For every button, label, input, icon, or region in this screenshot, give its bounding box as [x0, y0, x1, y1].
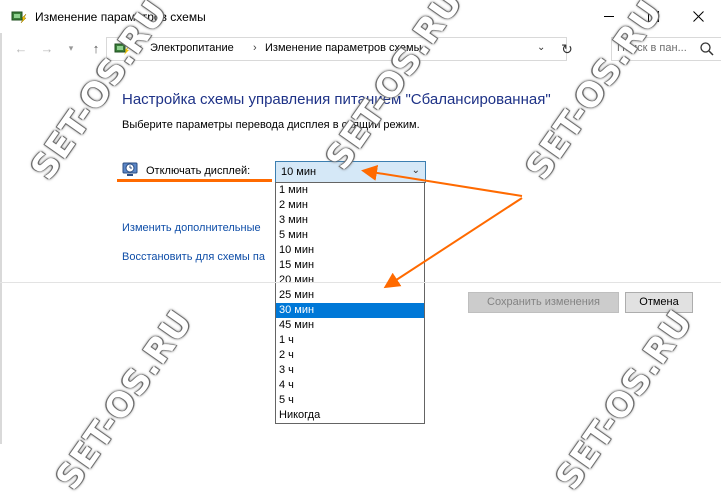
- option-20-min[interactable]: 20 мин: [276, 273, 424, 288]
- timeout-dropdown-list: 1 мин 2 мин 3 мин 5 мин 10 мин 15 мин 20…: [275, 182, 425, 424]
- option-never[interactable]: Никогда: [276, 408, 424, 423]
- option-5-min[interactable]: 5 мин: [276, 228, 424, 243]
- display-timer-icon: [122, 161, 138, 177]
- option-30-min[interactable]: 30 мин: [276, 303, 424, 318]
- back-arrow-icon[interactable]: ←: [13, 40, 29, 56]
- search-icon[interactable]: [699, 41, 715, 57]
- address-bar[interactable]: « Электропитание › Изменение параметров …: [106, 37, 573, 61]
- option-5-h[interactable]: 5 ч: [276, 393, 424, 408]
- close-button[interactable]: [676, 0, 721, 33]
- restore-defaults-link[interactable]: Восстановить для схемы па: [122, 251, 265, 263]
- breadcrumb-power-options[interactable]: Электропитание: [150, 42, 234, 54]
- save-changes-button[interactable]: Сохранить изменения: [468, 292, 619, 313]
- option-2-min[interactable]: 2 мин: [276, 198, 424, 213]
- option-2-h[interactable]: 2 ч: [276, 348, 424, 363]
- watermark: SET-OS.RU: [48, 302, 201, 497]
- close-icon: [693, 11, 704, 22]
- forward-arrow-icon[interactable]: →: [39, 40, 55, 56]
- change-advanced-settings-link[interactable]: Изменить дополнительные: [122, 222, 261, 234]
- cancel-button[interactable]: Отмена: [625, 292, 693, 313]
- annotation-underline: [117, 179, 272, 182]
- minimize-icon: [603, 16, 614, 17]
- option-15-min[interactable]: 15 мин: [276, 258, 424, 273]
- option-3-min[interactable]: 3 мин: [276, 213, 424, 228]
- select-value: 10 мин: [281, 166, 317, 178]
- window-title: Изменение параметров схемы: [35, 10, 206, 24]
- option-45-min[interactable]: 45 мин: [276, 318, 424, 333]
- turn-off-display-label: Отключать дисплей:: [146, 165, 251, 177]
- option-3-h[interactable]: 3 ч: [276, 363, 424, 378]
- watermark: SET-OS.RU: [548, 302, 701, 497]
- page-title: Настройка схемы управления питанием "Сба…: [122, 91, 551, 108]
- address-dropdown-icon[interactable]: ⌄: [537, 42, 545, 53]
- option-4-h[interactable]: 4 ч: [276, 378, 424, 393]
- option-1-h[interactable]: 1 ч: [276, 333, 424, 348]
- option-25-min[interactable]: 25 мин: [276, 288, 424, 303]
- breadcrumb-separator[interactable]: ›: [253, 42, 257, 54]
- chevron-down-icon: ⌄: [411, 165, 420, 176]
- recent-locations-icon[interactable]: ▾: [63, 40, 79, 56]
- option-10-min[interactable]: 10 мин: [276, 243, 424, 258]
- option-1-min[interactable]: 1 мин: [276, 183, 424, 198]
- power-options-icon: [11, 9, 27, 25]
- refresh-icon[interactable]: ↻: [557, 39, 577, 59]
- footer-divider: [0, 282, 721, 283]
- window-left-border: [0, 0, 2, 444]
